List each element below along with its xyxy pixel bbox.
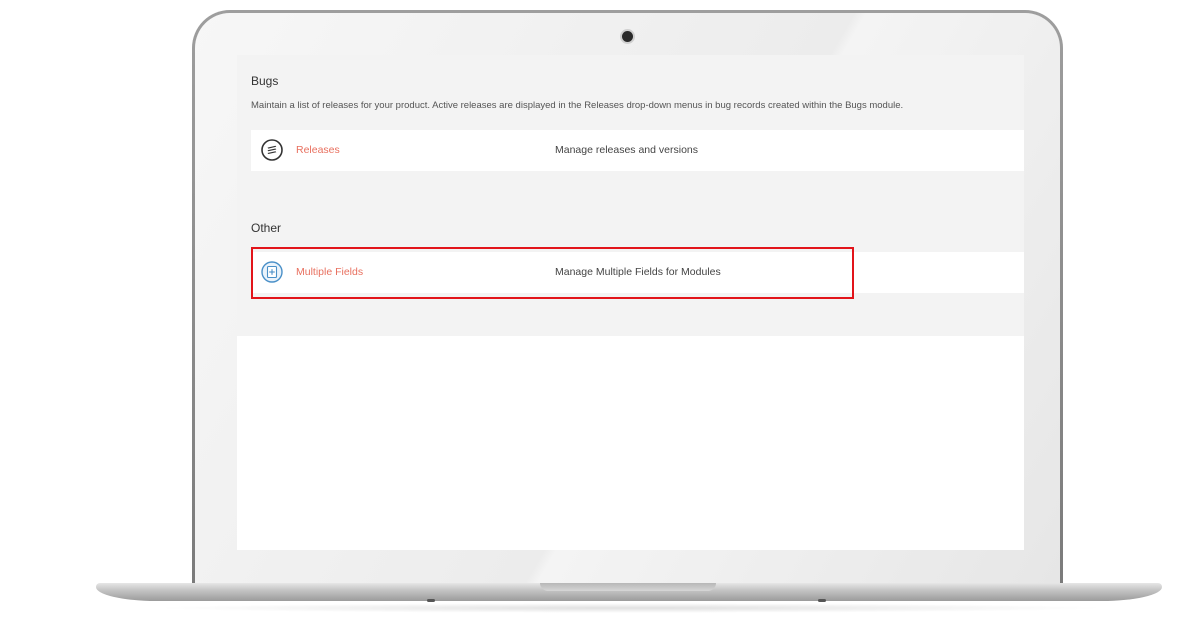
releases-stack-icon [261,139,283,161]
releases-link[interactable]: Releases [296,144,340,156]
section-description-bugs: Maintain a list of releases for your pro… [251,100,904,111]
laptop-foot-left [427,599,435,602]
releases-description: Manage releases and versions [555,144,699,156]
multiple-fields-link[interactable]: Multiple Fields [296,266,363,278]
laptop-base-notch [540,583,716,591]
section-title-bugs: Bugs [251,74,279,88]
admin-settings-panel: Bugs Maintain a list of releases for you… [237,55,1024,336]
webcam [622,31,633,42]
releases-row[interactable]: Releases Manage releases and versions [251,130,1024,171]
multiple-fields-description: Manage Multiple Fields for Modules [555,266,721,278]
multiple-fields-row[interactable]: Multiple Fields Manage Multiple Fields f… [251,252,1024,293]
multiple-fields-icon [261,261,283,283]
laptop-foot-right [818,599,826,602]
screen: Bugs Maintain a list of releases for you… [237,55,1024,550]
laptop-shadow [150,603,1110,613]
section-title-other: Other [251,221,282,235]
